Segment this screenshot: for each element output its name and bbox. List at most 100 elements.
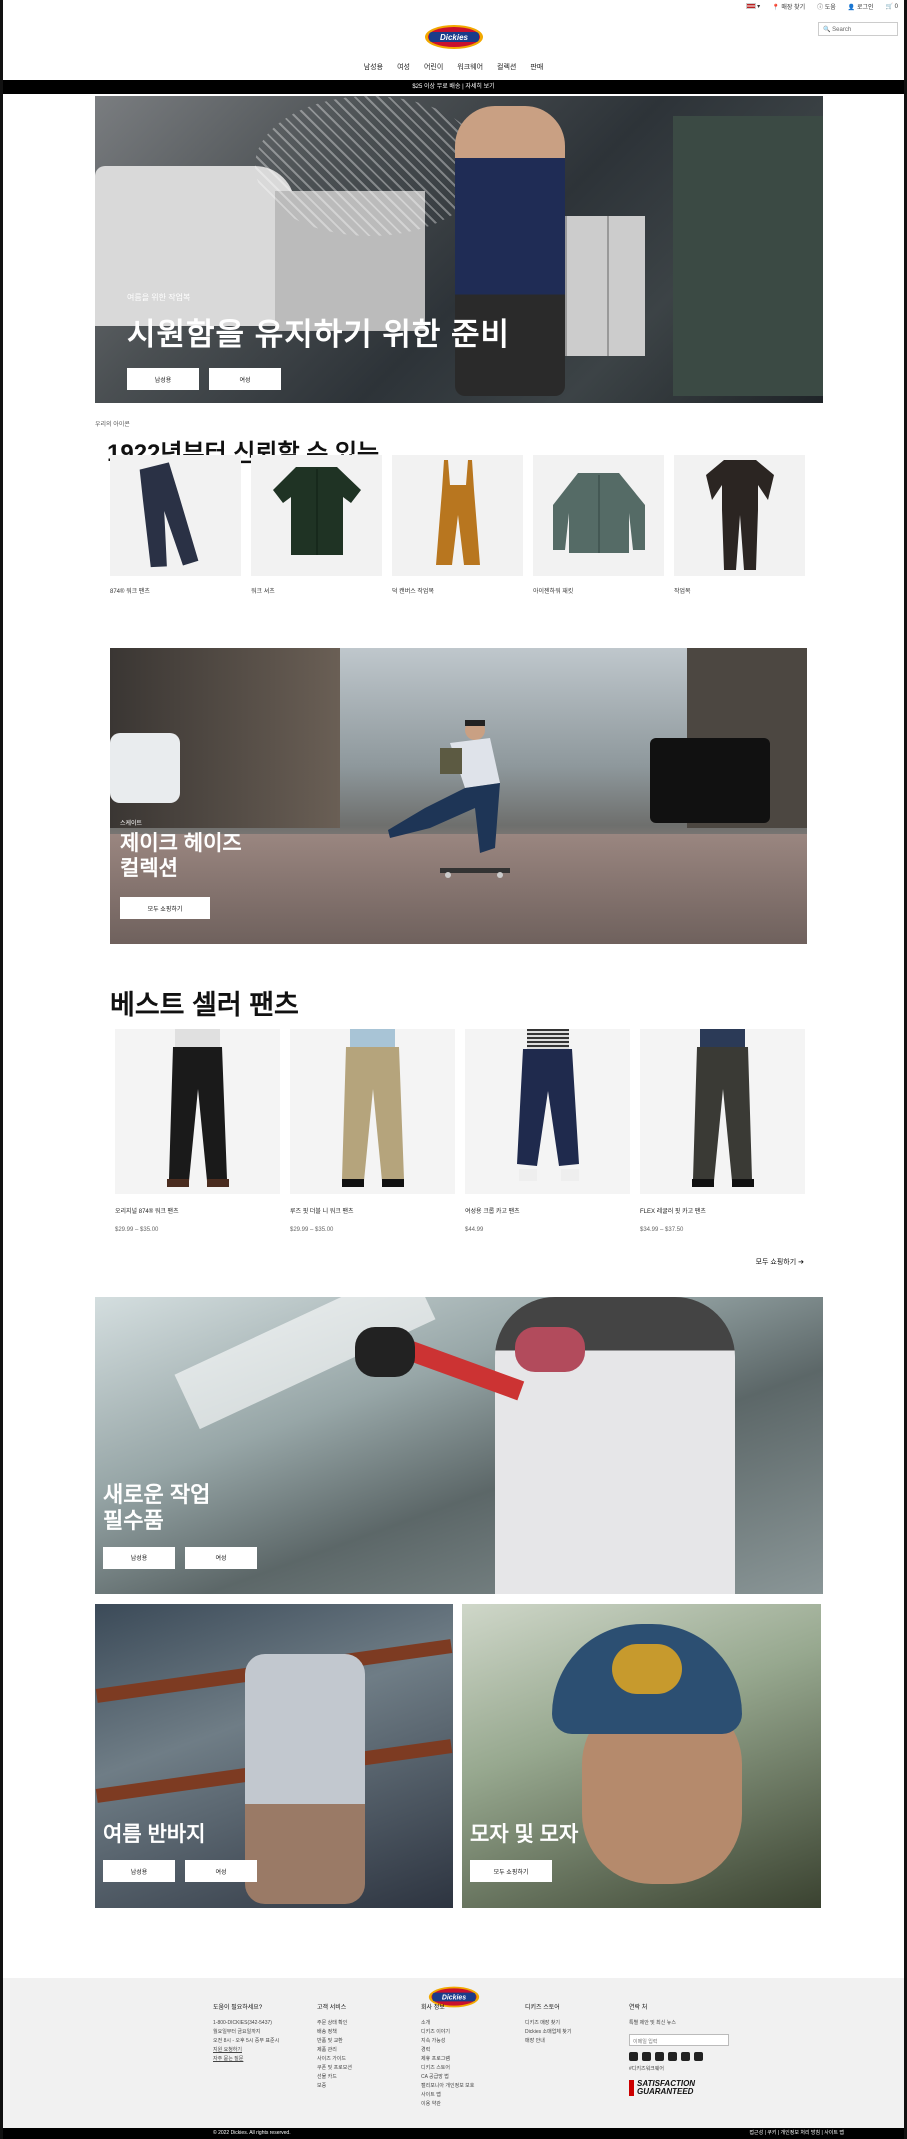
footer-text: 오전 8시 - 오후 5시 중부 표준시 bbox=[213, 2038, 280, 2044]
footer-link[interactable]: 이용 약관 bbox=[421, 2100, 501, 2109]
product-card[interactable]: FLEX 레귤러 핏 카고 팬츠 $34.99 – $37.50 bbox=[640, 1029, 805, 1233]
banner-image-skater bbox=[388, 720, 510, 878]
product-name: 874® 워크 팬츠 bbox=[110, 589, 150, 595]
footer-link[interactable]: 제휴 프로그램 bbox=[421, 2055, 501, 2064]
help-link[interactable]: ⓘ 도움 bbox=[817, 2, 836, 11]
jake-hayes-banner[interactable]: 스케이트 제이크 헤이즈 컬렉션 모두 쇼핑하기 bbox=[110, 648, 807, 944]
footer-link[interactable]: 사이즈 가이드 bbox=[317, 2055, 397, 2064]
logo-text: Dickies bbox=[439, 33, 468, 42]
footer-link[interactable]: Dickies 소매업체 찾기 bbox=[525, 2028, 605, 2037]
instagram-icon[interactable] bbox=[642, 2052, 651, 2061]
footer-link[interactable]: 배송 정책 bbox=[317, 2028, 397, 2037]
pinterest-icon[interactable] bbox=[681, 2052, 690, 2061]
product-price: $29.99 – $35.00 bbox=[115, 1227, 159, 1233]
hats-title: 모자 및 모자 bbox=[470, 1823, 579, 1846]
promo-bar[interactable]: $25 이상 무료 배송 | 자세히 보기 bbox=[3, 80, 904, 94]
product-card[interactable]: 874® 워크 팬츠 bbox=[110, 455, 241, 595]
nav-item-kids[interactable]: 어린이 bbox=[424, 62, 443, 72]
product-image bbox=[290, 1029, 455, 1194]
footer-logo-text: Dickies bbox=[441, 1995, 465, 2002]
hero-women-button[interactable]: 여성 bbox=[209, 368, 281, 390]
nav-item-men[interactable]: 남성용 bbox=[364, 62, 383, 72]
main-nav: 남성용 여성 어린이 워크웨어 컬렉션 판매 bbox=[3, 62, 904, 72]
footer-col-company: 회사 정보 소개 디키즈 이야기 지속 가능성 경력 제휴 프로그램 디키즈 스… bbox=[421, 2004, 501, 2109]
work-title: 새로운 작업 필수품 bbox=[103, 1482, 257, 1535]
login-link[interactable]: 👤 로그인 bbox=[848, 2, 874, 11]
facebook-icon[interactable] bbox=[629, 2052, 638, 2061]
hats-banner[interactable]: 모자 및 모자 모두 쇼핑하기 bbox=[462, 1604, 821, 1908]
social-links bbox=[629, 2052, 739, 2061]
product-card[interactable]: 워크 셔츠 bbox=[251, 455, 382, 595]
jake-shop-all-button[interactable]: 모두 쇼핑하기 bbox=[120, 897, 210, 920]
product-price: $29.99 – $35.00 bbox=[290, 1227, 334, 1233]
product-name: 오리지널 874® 워크 팬츠 bbox=[115, 1209, 179, 1215]
search-input[interactable]: 🔍 Search bbox=[818, 22, 898, 36]
product-card[interactable]: 작업복 bbox=[674, 455, 805, 595]
footer-link[interactable]: 사이트 맵 bbox=[421, 2091, 501, 2100]
tiktok-icon[interactable] bbox=[694, 2052, 703, 2061]
product-card[interactable]: 오리지널 874® 워크 팬츠 $29.99 – $35.00 bbox=[115, 1029, 280, 1233]
product-name: 워크 셔츠 bbox=[251, 589, 275, 595]
footer-link[interactable]: 반품 및 교환 bbox=[317, 2037, 397, 2046]
footer-link[interactable]: 보증 bbox=[317, 2082, 397, 2091]
work-title-line-2: 필수품 bbox=[103, 1508, 164, 1534]
work-essentials-banner[interactable]: 새로운 작업 필수품 남성용 여성 bbox=[95, 1297, 823, 1594]
product-card[interactable]: 루즈 핏 더블 니 워크 팬츠 $29.99 – $35.00 bbox=[290, 1029, 455, 1233]
hats-shop-all-button[interactable]: 모두 쇼핑하기 bbox=[470, 1860, 552, 1882]
store-locator-link[interactable]: 📍 매장 찾기 bbox=[772, 2, 805, 11]
footer-link[interactable]: 주문 상태 확인 bbox=[317, 2019, 397, 2028]
footer-link[interactable]: CA 공급망 법 bbox=[421, 2073, 501, 2082]
jake-title-line-2: 컬렉션 bbox=[120, 857, 178, 881]
footer-link[interactable]: 자주 묻는 질문 bbox=[213, 2055, 293, 2064]
product-card[interactable]: 덕 캔버스 작업복 bbox=[392, 455, 523, 595]
work-men-button[interactable]: 남성용 bbox=[103, 1546, 175, 1569]
work-women-button[interactable]: 여성 bbox=[185, 1546, 257, 1569]
product-image bbox=[251, 455, 382, 576]
hero-image-background bbox=[673, 116, 823, 396]
email-signup-input[interactable]: 이메일 입력 bbox=[629, 2034, 729, 2046]
product-name: 여성용 크롭 카고 팬츠 bbox=[465, 1209, 520, 1215]
product-name: 작업복 bbox=[674, 589, 691, 595]
nav-item-women[interactable]: 여성 bbox=[397, 62, 410, 72]
dickies-logo[interactable]: Dickies bbox=[423, 22, 485, 52]
hero-men-button[interactable]: 남성용 bbox=[127, 368, 199, 390]
shorts-men-button[interactable]: 남성용 bbox=[103, 1860, 175, 1882]
nav-item-collections[interactable]: 컬렉션 bbox=[497, 62, 516, 72]
guarantee-line-2: GUARANTEED bbox=[637, 2087, 694, 2096]
bestsellers-shop-all-link[interactable]: 모두 쇼핑하기 ➔ bbox=[756, 1257, 804, 1267]
footer-link[interactable]: 소개 bbox=[421, 2019, 501, 2028]
footer-link[interactable]: 경력 bbox=[421, 2046, 501, 2055]
country-selector[interactable]: ▾ bbox=[745, 3, 760, 10]
footer-link[interactable]: 디키즈 이야기 bbox=[421, 2028, 501, 2037]
banner-image-shorts bbox=[245, 1654, 365, 1904]
footer-link[interactable]: 디키즈 매장 찾기 bbox=[525, 2019, 605, 2028]
footer: Dickies 도움이 필요하세요? 1-800-DICKIES(342-543… bbox=[3, 1978, 904, 2128]
work-title-line-1: 새로운 작업 bbox=[103, 1482, 211, 1507]
footer-link[interactable]: 지원 요청하기 bbox=[213, 2046, 293, 2055]
footer-hashtag[interactable]: #디키즈워크웨어 bbox=[629, 2065, 739, 2074]
footer-link[interactable]: 매장 안내 bbox=[525, 2037, 605, 2046]
twitter-icon[interactable] bbox=[668, 2052, 677, 2061]
footer-link[interactable]: 선물 카드 bbox=[317, 2073, 397, 2082]
legal-links[interactable]: 접근성 | 쿠키 | 개인정보 처리 방침 | 사이트 맵 bbox=[749, 2128, 844, 2139]
summer-shorts-banner[interactable]: 여름 반바지 남성용 여성 bbox=[95, 1604, 453, 1908]
footer-col-title: 연락 처 bbox=[629, 2005, 648, 2011]
shorts-women-button[interactable]: 여성 bbox=[185, 1860, 257, 1882]
nav-item-workwear[interactable]: 워크웨어 bbox=[457, 62, 483, 72]
hats-text: 모자 및 모자 모두 쇼핑하기 bbox=[470, 1818, 578, 1882]
product-card[interactable]: 아이젠하워 재킷 bbox=[533, 455, 664, 595]
footer-link[interactable]: 캘리포니아 개인정보 보호 bbox=[421, 2082, 501, 2091]
nav-item-sale[interactable]: 판매 bbox=[530, 62, 543, 72]
footer-col-title: 디키즈 스토어 bbox=[525, 2005, 560, 2011]
footer-link[interactable]: 쿠폰 및 프로모션 bbox=[317, 2064, 397, 2073]
youtube-icon[interactable] bbox=[655, 2052, 664, 2061]
satisfaction-guarantee-badge: SATISFACTION GUARANTEED bbox=[629, 2080, 739, 2096]
footer-link[interactable]: 1-800-DICKIES(342-5437) bbox=[213, 2019, 293, 2028]
product-card[interactable]: 여성용 크롭 카고 팬츠 $44.99 bbox=[465, 1029, 630, 1233]
footer-link[interactable]: 제품 관리 bbox=[317, 2046, 397, 2055]
footer-link[interactable]: 디키즈 스토어 bbox=[421, 2064, 501, 2073]
product-image bbox=[392, 455, 523, 576]
footer-link[interactable]: 지속 가능성 bbox=[421, 2037, 501, 2046]
hero-banner[interactable]: 여름을 위한 작업복 시원함을 유지하기 위한 준비 남성용 여성 bbox=[95, 96, 823, 403]
cart-link[interactable]: 🛒 0 bbox=[886, 3, 898, 10]
